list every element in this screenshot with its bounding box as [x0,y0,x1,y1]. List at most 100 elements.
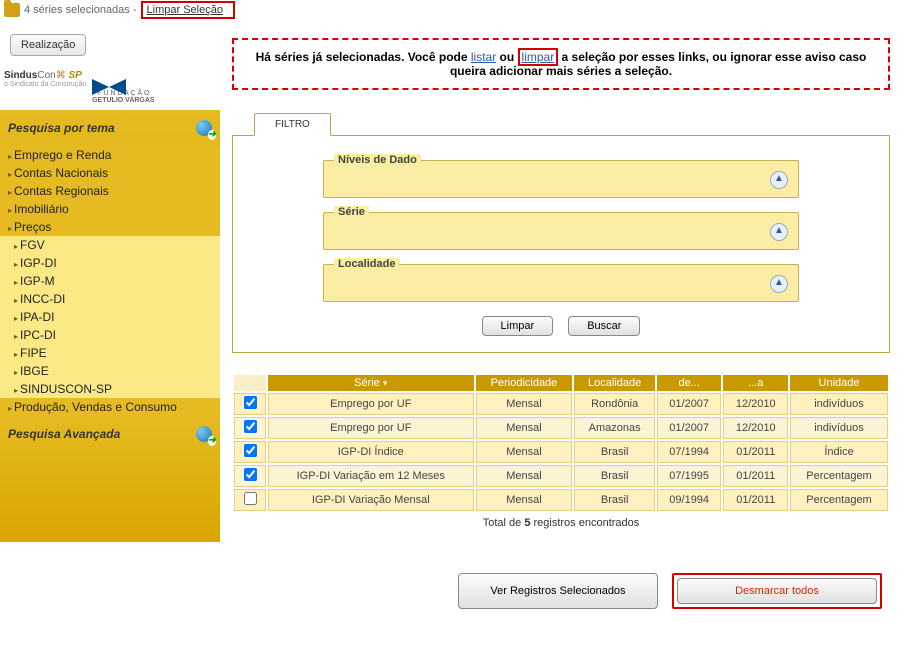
realizacao-button[interactable]: Realização [10,34,86,56]
cell-de: 07/1995 [657,465,722,487]
sidebar-item-label: IPA-DI [20,310,54,324]
caret-icon: ▸ [14,332,18,341]
caret-icon: ▸ [14,350,18,359]
cell-serie: IGP-DI Variação em 12 Meses [268,465,474,487]
cell-period: Mensal [476,441,573,463]
sidebar: Realização SindusCon⌘ SP o Sindicato da … [0,20,220,609]
cell-period: Mensal [476,417,573,439]
globe-icon[interactable] [196,426,212,442]
cell-serie: IGP-DI Variação Mensal [268,489,474,511]
sidebar-item[interactable]: ▸SINDUSCON-SP [0,380,220,398]
main-panel: Há séries já selecionadas. Você pode lis… [220,20,902,609]
sidebar-item[interactable]: ▸Produção, Vendas e Consumo [0,398,220,416]
sidebar-item[interactable]: ▸FIPE [0,344,220,362]
sidebar-item-label: SINDUSCON-SP [20,382,112,396]
sidebar-item[interactable]: ▸IGP-M [0,272,220,290]
cell-a: 12/2010 [723,417,788,439]
sidebar-item[interactable]: ▸Preços [0,218,220,236]
caret-icon: ▸ [8,152,12,161]
sidebar-item[interactable]: ▸Imobiliário [0,200,220,218]
col-unidade[interactable]: Unidade [790,375,888,391]
results-table: Série ▾ Periodicidade Localidade de... .… [232,373,890,513]
caret-icon: ▸ [14,314,18,323]
desmarcar-highlight: Desmarcar todos [672,573,882,609]
listar-link[interactable]: listar [471,50,496,64]
cell-unidade: indivíduos [790,417,888,439]
cell-serie: Emprego por UF [268,417,474,439]
serie-legend: Série [334,206,369,218]
cell-a: 01/2011 [723,465,788,487]
table-row: IGP-DI Variação em 12 MesesMensalBrasil0… [234,465,888,487]
advanced-search-label: Pesquisa Avançada [8,427,120,441]
sidebar-item[interactable]: ▸Contas Nacionais [0,164,220,182]
localidade-legend: Localidade [334,258,399,270]
globe-icon[interactable] [196,120,212,136]
col-periodicidade[interactable]: Periodicidade [476,375,573,391]
caret-icon: ▸ [14,296,18,305]
row-checkbox[interactable] [244,468,257,481]
sinduscon-logo: SindusCon⌘ SP o Sindicato da Construção [4,70,86,88]
caret-icon: ▸ [14,386,18,395]
cell-unidade: Percentagem [790,465,888,487]
sidebar-item-label: Contas Regionais [14,184,109,198]
collapse-toggle[interactable]: ▲ [770,171,788,189]
theme-search-block: Pesquisa por tema ▸Emprego e Renda▸Conta… [0,110,220,416]
selection-alert: Há séries já selecionadas. Você pode lis… [232,38,890,90]
cell-de: 09/1994 [657,489,722,511]
cell-unidade: indivíduos [790,393,888,415]
sidebar-item[interactable]: ▸IPA-DI [0,308,220,326]
cell-a: 01/2011 [723,489,788,511]
buscar-button[interactable]: Buscar [568,316,640,336]
serie-fieldset: Série ▲ [323,212,799,250]
table-row: IGP-DI ÍndiceMensalBrasil07/199401/2011Í… [234,441,888,463]
sidebar-item-label: Contas Nacionais [14,166,108,180]
sidebar-item-label: Imobiliário [14,202,69,216]
table-header-row: Série ▾ Periodicidade Localidade de... .… [234,375,888,391]
desmarcar-todos-button[interactable]: Desmarcar todos [677,578,877,604]
row-checkbox[interactable] [244,444,257,457]
table-row: IGP-DI Variação MensalMensalBrasil09/199… [234,489,888,511]
clear-selection-link[interactable]: Limpar Seleção [141,1,235,19]
limpar-button[interactable]: Limpar [482,316,554,336]
sidebar-item[interactable]: ▸FGV [0,236,220,254]
collapse-toggle[interactable]: ▲ [770,223,788,241]
caret-icon: ▸ [8,224,12,233]
row-checkbox[interactable] [244,492,257,505]
caret-icon: ▸ [8,170,12,179]
table-row: Emprego por UFMensalAmazonas01/200712/20… [234,417,888,439]
sidebar-item[interactable]: ▸Contas Regionais [0,182,220,200]
checkbox-header [234,375,266,391]
sidebar-item[interactable]: ▸IGP-DI [0,254,220,272]
col-a[interactable]: ...a [723,375,788,391]
advanced-search-block[interactable]: Pesquisa Avançada [0,416,220,542]
cell-local: Brasil [574,465,654,487]
logos-row: SindusCon⌘ SP o Sindicato da Construção … [0,56,220,110]
row-checkbox[interactable] [244,420,257,433]
theme-title: Pesquisa por tema [8,121,115,135]
ver-registros-button[interactable]: Ver Registros Selecionados [458,573,658,609]
sidebar-item-label: FGV [20,238,45,252]
col-serie[interactable]: Série ▾ [268,375,474,391]
caret-icon: ▸ [14,368,18,377]
sidebar-item-label: Preços [14,220,51,234]
sidebar-item[interactable]: ▸IBGE [0,362,220,380]
niveis-fieldset: Níveis de Dado ▲ [323,160,799,198]
col-localidade[interactable]: Localidade [574,375,654,391]
collapse-toggle[interactable]: ▲ [770,275,788,293]
caret-icon: ▸ [8,404,12,413]
sidebar-item-label: FIPE [20,346,47,360]
sidebar-item[interactable]: ▸IPC-DI [0,326,220,344]
row-checkbox[interactable] [244,396,257,409]
tab-filtro[interactable]: FILTRO [254,113,331,136]
caret-icon: ▸ [14,242,18,251]
sidebar-item-label: IPC-DI [20,328,56,342]
sidebar-item-label: Emprego e Renda [14,148,111,162]
sidebar-item[interactable]: ▸INCC-DI [0,290,220,308]
cell-de: 01/2007 [657,417,722,439]
col-de[interactable]: de... [657,375,722,391]
sidebar-item-label: Produção, Vendas e Consumo [14,400,177,414]
sidebar-item[interactable]: ▸Emprego e Renda [0,146,220,164]
cell-period: Mensal [476,489,573,511]
cell-a: 01/2011 [723,441,788,463]
cell-local: Brasil [574,441,654,463]
